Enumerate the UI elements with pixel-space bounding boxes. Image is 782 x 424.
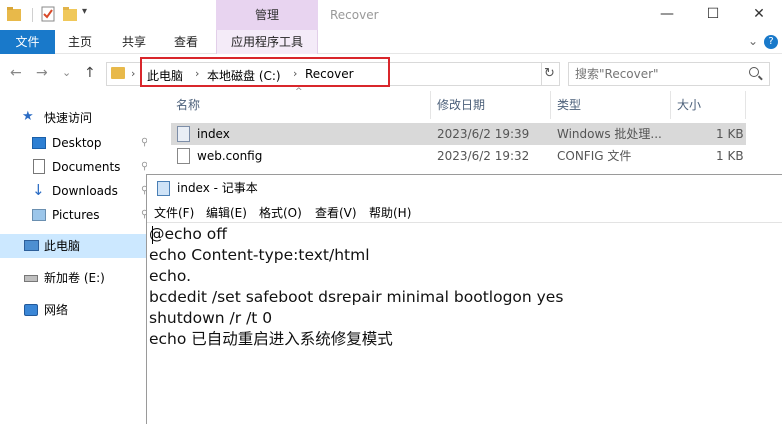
sidebar-item-label: 新加卷 (E:) [44, 271, 105, 285]
navigation-pane: ★ 快速访问 Desktop ⚲ Documents ⚲ ↓ Downloads… [0, 91, 148, 424]
customize-quick-access-icon[interactable]: ▾ [82, 6, 98, 24]
search-icon[interactable] [749, 67, 759, 77]
file-icon [177, 148, 190, 164]
title-bar: ▾ 管理 Recover — ☐ ✕ [0, 0, 782, 30]
notepad-title: index - 记事本 [177, 181, 258, 195]
sidebar-item-label: Documents [52, 160, 121, 174]
pictures-icon [32, 209, 46, 221]
menu-view[interactable]: 查看(V) [315, 204, 357, 221]
text-caret [152, 226, 153, 244]
batch-file-icon [177, 126, 190, 142]
notepad-icon [157, 181, 170, 196]
search-input[interactable] [575, 65, 745, 83]
menu-help[interactable]: 帮助(H) [369, 204, 411, 221]
sidebar-item-quick-access[interactable]: ★ 快速访问 [0, 106, 147, 130]
address-highlight-box [140, 57, 390, 87]
tab-share[interactable]: 共享 [112, 30, 156, 54]
sidebar-item-label: Downloads [52, 184, 118, 198]
sort-ascending-icon: ^ [295, 87, 303, 97]
downloads-icon: ↓ [32, 181, 45, 199]
text-line: @echo off [149, 225, 227, 243]
address-bar-row: ← → ⌄ ↑ › 此电脑 › 本地磁盘 (C:) › Recover ⌄ ↻ [0, 55, 782, 91]
help-icon[interactable]: ? [764, 35, 778, 49]
drive-icon [24, 275, 38, 282]
table-row[interactable]: index 2023/6/2 19:39 Windows 批处理... 1 KB [171, 123, 746, 145]
sidebar-item-pictures[interactable]: Pictures ⚲ [0, 203, 148, 227]
maximize-button[interactable]: ☐ [690, 0, 736, 30]
search-box[interactable] [568, 62, 770, 86]
sidebar-item-network[interactable]: 网络 [0, 298, 147, 322]
notepad-menu-bar: 文件(F) 编辑(E) 格式(O) 查看(V) 帮助(H) [147, 201, 782, 223]
network-icon [24, 304, 38, 316]
table-row[interactable]: web.config 2023/6/2 19:32 CONFIG 文件 1 KB [171, 145, 746, 167]
file-type: Windows 批处理... [557, 127, 662, 141]
text-line: echo. [149, 267, 192, 285]
computer-icon [24, 240, 39, 251]
context-group-label: 管理 [216, 0, 318, 30]
collapse-ribbon-icon[interactable]: ⌄ [748, 34, 758, 48]
minimize-button[interactable]: — [644, 0, 690, 30]
file-name: index [197, 127, 230, 141]
sidebar-item-desktop[interactable]: Desktop ⚲ [0, 131, 148, 155]
sidebar-item-label: 此电脑 [44, 239, 81, 253]
documents-icon [33, 159, 45, 174]
sidebar-item-label: 快速访问 [44, 111, 93, 125]
sidebar-item-label: Pictures [52, 208, 100, 222]
breadcrumb-separator[interactable]: › [131, 67, 135, 80]
ribbon-tabs: 文件 主页 共享 查看 应用程序工具 ⌄ ? [0, 30, 782, 54]
folder-icon [111, 67, 125, 79]
desktop-icon [32, 137, 46, 149]
menu-edit[interactable]: 编辑(E) [206, 204, 247, 221]
file-size: 1 KB [716, 149, 744, 163]
close-button[interactable]: ✕ [736, 0, 782, 30]
star-icon: ★ [22, 109, 34, 124]
file-date: 2023/6/2 19:39 [437, 127, 530, 141]
sidebar-item-drive-e[interactable]: 新加卷 (E:) [0, 266, 147, 290]
tab-home[interactable]: 主页 [58, 30, 102, 54]
column-header-date[interactable]: 修改日期 [431, 91, 551, 119]
notepad-title-bar[interactable]: index - 记事本 [147, 175, 782, 201]
sidebar-item-label: Desktop [52, 136, 102, 150]
menu-format[interactable]: 格式(O) [259, 204, 302, 221]
file-date: 2023/6/2 19:32 [437, 149, 530, 163]
column-header-size[interactable]: 大小 [671, 91, 746, 119]
sidebar-item-documents[interactable]: Documents ⚲ [0, 155, 148, 179]
file-size: 1 KB [716, 127, 744, 141]
window-title: Recover [330, 8, 379, 22]
text-line: echo 已自动重启进入系统修复模式 [149, 330, 393, 348]
file-name: web.config [197, 149, 263, 163]
properties-icon[interactable] [40, 5, 56, 23]
up-arrow-icon[interactable]: ↑ [84, 65, 96, 81]
forward-arrow-icon[interactable]: → [36, 65, 48, 81]
recent-locations-icon[interactable]: ⌄ [62, 65, 71, 81]
tab-file[interactable]: 文件 [0, 30, 55, 54]
folder-icon[interactable] [6, 5, 22, 23]
text-line: shutdown /r /t 0 [149, 309, 273, 327]
notepad-window: index - 记事本 文件(F) 编辑(E) 格式(O) 查看(V) 帮助(H… [146, 174, 782, 424]
menu-file[interactable]: 文件(F) [154, 204, 194, 221]
new-folder-icon[interactable] [62, 5, 78, 23]
notepad-text-area[interactable]: @echo off echo Content-type:text/html ec… [149, 224, 781, 424]
sidebar-item-label: 网络 [44, 303, 69, 317]
divider [32, 8, 33, 22]
tab-application-tools[interactable]: 应用程序工具 [216, 30, 318, 54]
text-line: echo Content-type:text/html [149, 246, 370, 264]
refresh-icon[interactable]: ↻ [540, 62, 560, 86]
back-arrow-icon[interactable]: ← [10, 65, 22, 81]
tab-view[interactable]: 查看 [164, 30, 208, 54]
sidebar-item-downloads[interactable]: ↓ Downloads ⚲ [0, 179, 148, 203]
text-line: bcdedit /set safeboot dsrepair minimal b… [149, 288, 564, 306]
sidebar-item-this-pc[interactable]: 此电脑 [0, 234, 147, 258]
file-type: CONFIG 文件 [557, 149, 632, 163]
column-header-type[interactable]: 类型 [551, 91, 671, 119]
